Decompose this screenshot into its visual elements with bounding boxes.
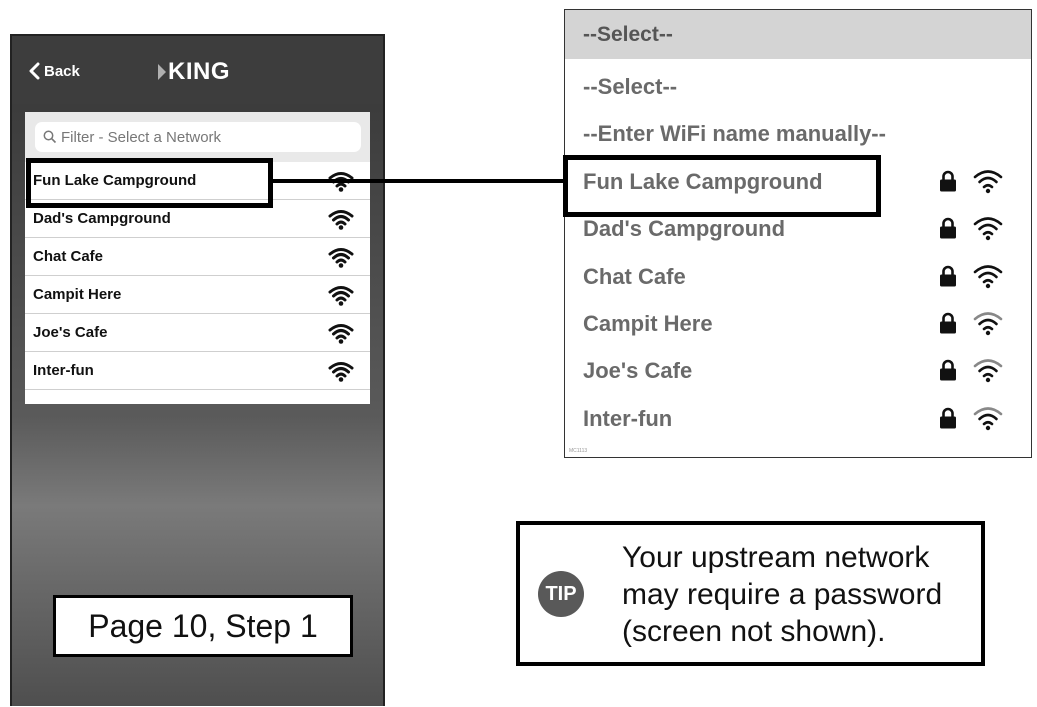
lock-icon	[940, 265, 956, 287]
nav-bar: Back KING	[12, 36, 383, 104]
tip-box: TIP Your upstream network may require a …	[516, 521, 985, 666]
wifi-icon	[328, 362, 354, 382]
connector-line	[270, 179, 568, 183]
tip-line: Your upstream network	[622, 541, 930, 574]
wifi-icon	[973, 170, 1003, 193]
network-list-item[interactable]: Joe's Cafe	[25, 314, 370, 352]
filter-input[interactable]: Filter - Select a Network	[35, 122, 361, 152]
tip-line: (screen not shown).	[622, 615, 886, 648]
wifi-icon	[973, 264, 1003, 288]
dropdown-option[interactable]: --Select--	[565, 63, 1031, 110]
lock-icon	[940, 170, 956, 192]
back-button[interactable]: Back	[28, 56, 80, 86]
dropdown-network-option[interactable]: Campit Here	[565, 300, 1031, 347]
chevron-left-icon	[29, 62, 40, 80]
network-name: Joe's Cafe	[33, 324, 108, 341]
dropdown-network-option[interactable]: Inter-fun	[565, 395, 1031, 442]
lock-icon	[940, 407, 956, 429]
wifi-icon	[328, 286, 354, 306]
network-list-panel: Filter - Select a Network Fun Lake Campg…	[25, 112, 370, 404]
phone-screen: Back KING Filter - Select a Network Fun …	[10, 34, 385, 706]
logo-triangle-icon	[158, 64, 166, 80]
dropdown-network-option[interactable]: Chat Cafe	[565, 253, 1031, 300]
lock-icon	[940, 312, 956, 334]
option-label: Joe's Cafe	[583, 358, 693, 384]
dropdown-highlight-box	[563, 155, 881, 217]
network-name: Inter-fun	[33, 362, 94, 379]
dropdown-footnote: MC1113	[569, 448, 588, 454]
network-name: Chat Cafe	[33, 248, 104, 265]
lock-icon	[940, 217, 956, 239]
phone-highlight-box	[26, 158, 273, 208]
search-icon	[43, 130, 57, 144]
lock-icon	[940, 360, 956, 381]
tip-text: Your upstream network may require a pass…	[622, 539, 942, 650]
logo-text: KING	[168, 58, 230, 85]
network-dropdown[interactable]: --Select-- --Select-- --Enter WiFi name m…	[564, 9, 1032, 458]
tip-badge: TIP	[538, 571, 584, 617]
wifi-icon	[328, 210, 354, 230]
step-label-box: Page 10, Step 1	[53, 595, 353, 657]
wifi-icon	[973, 359, 1003, 383]
network-name: Campit Here	[33, 286, 122, 303]
king-logo: KING	[158, 58, 230, 86]
dropdown-selected[interactable]: --Select--	[565, 10, 1031, 59]
wifi-icon	[973, 312, 1003, 336]
option-label: --Select--	[583, 74, 678, 99]
filter-bar: Filter - Select a Network	[25, 112, 370, 162]
back-label: Back	[44, 62, 80, 80]
option-label: Inter-fun	[583, 405, 673, 431]
option-label: --Enter WiFi name manually--	[583, 121, 886, 147]
wifi-icon	[328, 248, 354, 268]
filter-placeholder: Filter - Select a Network	[61, 128, 222, 146]
network-list-item[interactable]: Inter-fun	[25, 352, 370, 390]
step-label: Page 10, Step 1	[88, 607, 318, 644]
network-list-item[interactable]: Chat Cafe	[25, 238, 370, 276]
option-label: Chat Cafe	[583, 263, 686, 289]
tip-line: may require a password	[622, 578, 943, 611]
option-label: Campit Here	[583, 311, 713, 336]
wifi-icon	[328, 324, 354, 344]
dropdown-selected-label: --Select--	[583, 23, 673, 46]
dropdown-network-option[interactable]: Joe's Cafe	[565, 347, 1031, 394]
wifi-icon	[973, 217, 1003, 241]
network-list-item[interactable]: Campit Here	[25, 276, 370, 314]
dropdown-option[interactable]: --Enter WiFi name manually--	[565, 110, 1031, 157]
wifi-icon	[973, 407, 1003, 430]
